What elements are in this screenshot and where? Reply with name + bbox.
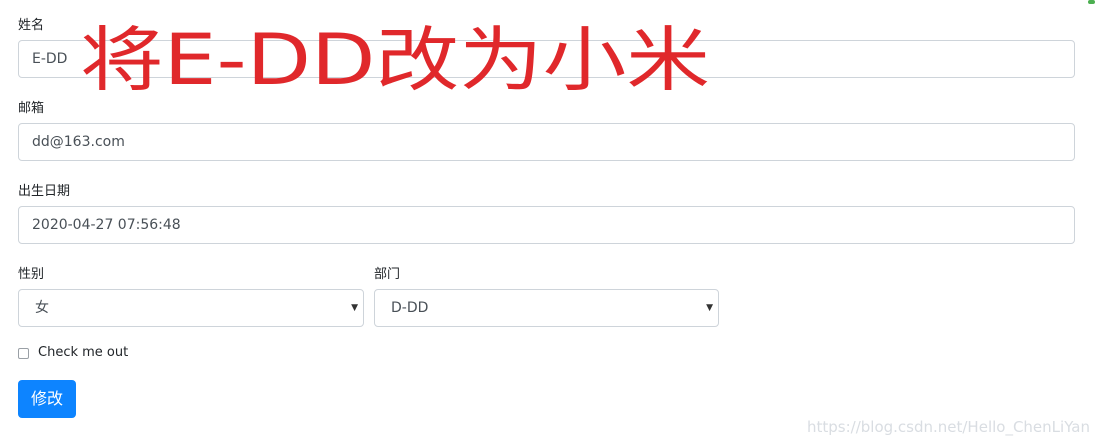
email-input[interactable]: dd@163.com	[18, 123, 1075, 161]
handwritten-annotation: 将E-DD改为小米	[80, 19, 710, 101]
gender-selected-value: 女	[35, 300, 49, 316]
email-label: 邮箱	[18, 101, 45, 116]
chevron-down-icon: ▼	[351, 303, 358, 313]
gender-label: 性别	[18, 267, 45, 282]
check-me-out-label[interactable]: Check me out	[38, 345, 128, 360]
department-label: 部门	[374, 267, 401, 282]
gender-select[interactable]: 女 ▼	[18, 289, 364, 327]
annotation-text: 将E-DD改为小米	[80, 19, 710, 101]
birth-date-input[interactable]: 2020-04-27 07:56:48	[18, 206, 1075, 244]
check-me-out-checkbox[interactable]	[18, 348, 29, 359]
watermark: https://blog.csdn.net/Hello_ChenLiYan	[806, 418, 1090, 436]
department-selected-value: D-DD	[391, 300, 429, 316]
submit-button[interactable]: 修改	[18, 380, 76, 418]
name-label: 姓名	[18, 18, 45, 33]
chevron-down-icon: ▼	[706, 303, 713, 313]
birth-date-label: 出生日期	[18, 184, 71, 199]
department-select[interactable]: D-DD ▼	[374, 289, 719, 327]
scrollbar-thumb[interactable]	[1088, 0, 1095, 4]
